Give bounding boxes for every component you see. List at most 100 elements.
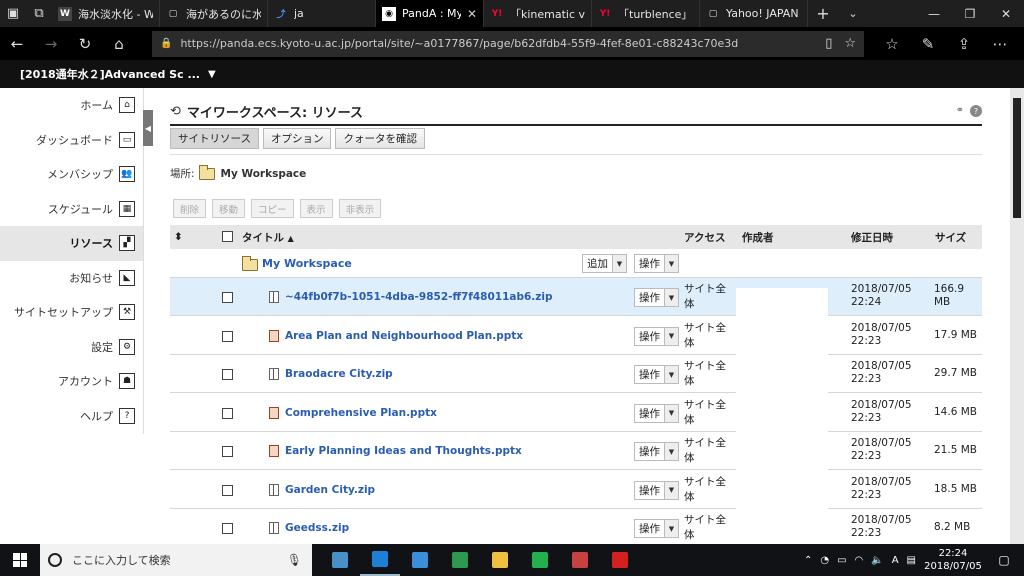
- browser-tab[interactable]: ▢ 海があるのに水不足: [160, 0, 268, 27]
- nav-item[interactable]: リソース ▞: [0, 226, 143, 261]
- add-dropdown[interactable]: 追加 ▼: [582, 254, 627, 273]
- file-link[interactable]: Comprehensive Plan.pptx: [269, 394, 437, 432]
- file-explorer-app[interactable]: [480, 544, 520, 576]
- bulk-action-button[interactable]: 非表示: [338, 199, 382, 218]
- refresh-icon[interactable]: ↻: [68, 27, 102, 60]
- chevron-up-icon[interactable]: ⌃: [804, 555, 812, 566]
- link-icon[interactable]: ⚭: [956, 105, 964, 117]
- nav-item[interactable]: メンバシップ 👥: [0, 157, 143, 192]
- bulk-action-button[interactable]: 表示: [299, 199, 333, 218]
- browser-tab[interactable]: ▢ Yahoo! JAPAN: [700, 0, 808, 27]
- set-aside-tabs-icon[interactable]: ⧉: [26, 0, 52, 27]
- minimize-icon[interactable]: —: [916, 0, 952, 27]
- bulk-action-button[interactable]: コピー: [251, 199, 294, 218]
- file-link[interactable]: Geedss.zip: [269, 509, 349, 544]
- nav-item[interactable]: ダッシュボード ▭: [0, 123, 143, 158]
- file-link[interactable]: Area Plan and Neighbourhood Plan.pptx: [269, 317, 523, 355]
- column-title[interactable]: タイトル ▲: [242, 230, 294, 245]
- file-name[interactable]: Braodacre City.zip: [285, 368, 393, 380]
- row-action-dropdown[interactable]: 操作 ▼: [634, 365, 679, 384]
- file-name[interactable]: Comprehensive Plan.pptx: [285, 407, 437, 419]
- web-note-icon[interactable]: ✎: [910, 27, 946, 60]
- network-icon[interactable]: ◔: [820, 555, 829, 566]
- tab-list-dropdown-icon[interactable]: ⌄: [838, 0, 868, 27]
- explorer-pc-app[interactable]: [400, 544, 440, 576]
- site-title[interactable]: [2018通年水２]Advanced Sc ...: [20, 66, 200, 82]
- acrobat-app[interactable]: [600, 544, 640, 576]
- nav-item[interactable]: お知らせ ◣: [0, 261, 143, 296]
- row-checkbox[interactable]: [222, 407, 233, 419]
- file-name[interactable]: Garden City.zip: [285, 484, 375, 496]
- browser-tab[interactable]: ◉ PandA : My W ✕: [376, 0, 484, 27]
- nav-item[interactable]: ヘルプ?: [0, 399, 143, 434]
- file-name[interactable]: Early Planning Ideas and Thoughts.pptx: [285, 445, 522, 457]
- site-header[interactable]: [2018通年水２]Advanced Sc ... ▼: [0, 60, 1024, 88]
- row-checkbox[interactable]: [222, 330, 233, 342]
- nav-item[interactable]: 設定 ⚙: [0, 330, 143, 365]
- reading-view-icon[interactable]: ▯: [825, 36, 832, 51]
- nav-item[interactable]: スケジュール ▦: [0, 192, 143, 227]
- browser-tab[interactable]: W 海水淡水化 - Wil: [52, 0, 160, 27]
- url-input[interactable]: 🔒 https://panda.ecs.kyoto-u.ac.jp/portal…: [152, 30, 864, 57]
- browser-tab[interactable]: Y! 「turblence」の検: [592, 0, 700, 27]
- bulk-action-button[interactable]: 移動: [212, 199, 246, 218]
- file-link[interactable]: Garden City.zip: [269, 471, 375, 509]
- green-app[interactable]: [440, 544, 480, 576]
- folder-link[interactable]: My Workspace: [262, 257, 352, 270]
- folder-action-dropdown[interactable]: 操作 ▼: [634, 254, 679, 273]
- file-name[interactable]: ~44fb0f7b-1051-4dba-9852-ff7f48011ab6.zi…: [285, 291, 553, 303]
- row-checkbox[interactable]: [222, 484, 233, 496]
- row-action-dropdown[interactable]: 操作 ▼: [634, 288, 679, 307]
- taskview-app[interactable]: [320, 544, 360, 576]
- wifi-icon[interactable]: ◠: [855, 555, 864, 566]
- battery-icon[interactable]: ▭: [837, 555, 846, 566]
- file-link[interactable]: ~44fb0f7b-1051-4dba-9852-ff7f48011ab6.zi…: [269, 278, 553, 316]
- help-icon[interactable]: ?: [970, 105, 982, 117]
- volume-icon[interactable]: 🔈: [871, 555, 883, 566]
- scrollbar-thumb[interactable]: [1013, 98, 1021, 218]
- row-checkbox[interactable]: [222, 446, 233, 457]
- file-link[interactable]: Early Planning Ideas and Thoughts.pptx: [269, 432, 522, 470]
- favorites-hub-icon[interactable]: ☆: [874, 27, 910, 60]
- favorite-star-icon[interactable]: ☆: [844, 36, 856, 51]
- row-checkbox[interactable]: [222, 292, 233, 303]
- row-checkbox[interactable]: [222, 523, 233, 534]
- edge-app[interactable]: [360, 544, 400, 576]
- ime-indicator[interactable]: A: [892, 555, 899, 566]
- forward-icon[interactable]: →: [34, 27, 68, 60]
- toolbar-button[interactable]: サイトリソース: [170, 128, 259, 149]
- restore-icon[interactable]: ❐: [952, 0, 988, 27]
- row-checkbox[interactable]: [222, 369, 233, 380]
- row-action-dropdown[interactable]: 操作 ▼: [634, 480, 679, 500]
- row-action-dropdown[interactable]: 操作 ▼: [634, 519, 679, 538]
- nav-item[interactable]: ホーム ⌂: [0, 88, 143, 123]
- file-name[interactable]: Area Plan and Neighbourhood Plan.pptx: [285, 330, 523, 342]
- home-icon[interactable]: ⌂: [102, 27, 136, 60]
- file-link[interactable]: Braodacre City.zip: [269, 355, 393, 393]
- sort-toggle-icon[interactable]: ⬍: [174, 231, 183, 243]
- toolbar-button[interactable]: クォータを確認: [335, 128, 425, 149]
- browser-tab[interactable]: ⤴ ja: [268, 0, 376, 27]
- taskbar-search[interactable]: ここに入力して検索 🎙: [40, 544, 312, 576]
- close-window-icon[interactable]: ✕: [988, 0, 1024, 27]
- row-action-dropdown[interactable]: 操作 ▼: [634, 326, 679, 346]
- select-all-checkbox[interactable]: [222, 231, 233, 242]
- start-button[interactable]: [0, 544, 40, 576]
- ime-pad-icon[interactable]: ▤: [907, 555, 916, 566]
- snip-app[interactable]: [560, 544, 600, 576]
- row-action-dropdown[interactable]: 操作 ▼: [634, 403, 679, 423]
- browser-tab[interactable]: Y! 「kinematic visco: [484, 0, 592, 27]
- nav-item[interactable]: サイトセットアップ ⚒: [0, 295, 143, 330]
- toolbar-button[interactable]: オプション: [262, 128, 332, 149]
- line-app[interactable]: [520, 544, 560, 576]
- nav-item[interactable]: アカウント ☗: [0, 364, 143, 399]
- close-tab-icon[interactable]: ✕: [467, 7, 477, 21]
- chevron-down-icon[interactable]: ▼: [208, 69, 216, 80]
- microphone-icon[interactable]: 🎙: [287, 553, 302, 567]
- tab-manager-icon[interactable]: ▣: [0, 0, 26, 27]
- notification-icon[interactable]: ▢: [990, 553, 1018, 567]
- bulk-action-button[interactable]: 削除: [173, 199, 207, 218]
- new-tab-button[interactable]: +: [808, 0, 838, 27]
- back-icon[interactable]: ←: [0, 27, 34, 60]
- clock[interactable]: 22:24 2018/07/05: [924, 547, 982, 573]
